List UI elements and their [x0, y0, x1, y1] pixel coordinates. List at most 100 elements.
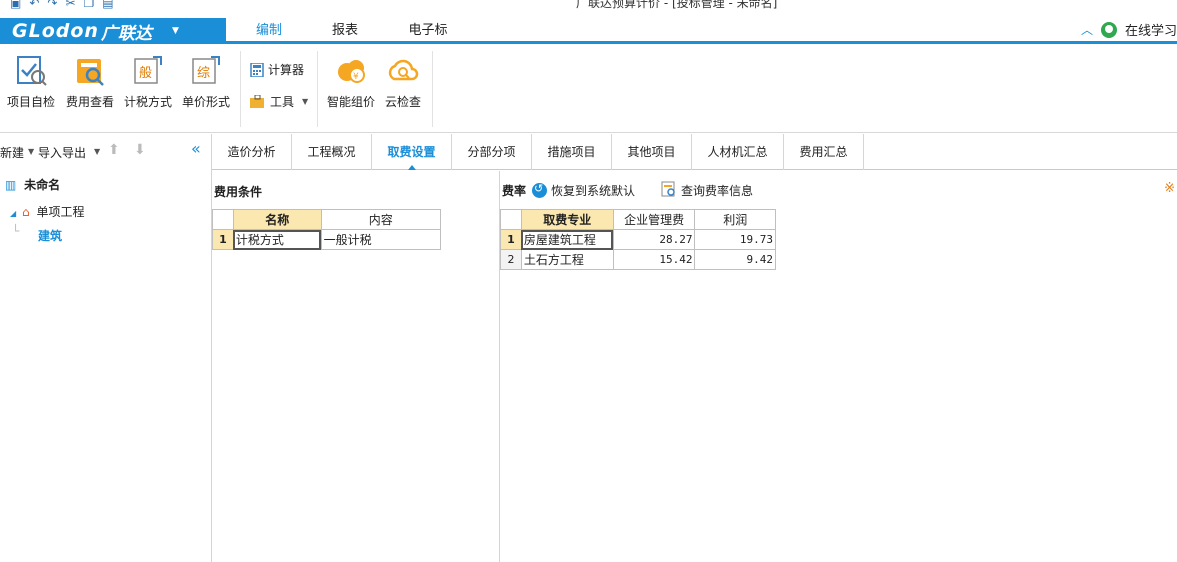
move-up-icon[interactable]: ⬆ — [108, 142, 120, 158]
app-menu-button[interactable]: GLodon 广联达 ▼ — [0, 18, 226, 44]
tools-label: 工具 — [270, 95, 295, 109]
table-row[interactable]: 1 计税方式 一般计税 — [212, 229, 442, 250]
unit-price-form-button[interactable]: 综 单价形式 — [178, 53, 234, 110]
tools-dropdown[interactable]: 工具 ▼ — [250, 93, 308, 110]
tab-measure-items[interactable]: 措施项目 — [532, 134, 612, 170]
import-export-button[interactable]: 导入导出 — [38, 144, 86, 161]
window-title: 广联达预算计价 - [投标管理 - 未命名] — [576, 0, 778, 10]
new-dropdown-icon[interactable]: ▼ — [28, 147, 34, 156]
move-down-icon[interactable]: ⬇ — [134, 142, 146, 158]
tab-project-overview[interactable]: 工程概况 — [292, 134, 372, 170]
cloud-check-button[interactable]: 云检查 — [376, 53, 430, 110]
save-icon[interactable]: ▣ — [10, 0, 21, 10]
expand-arrow-icon[interactable]: ◢ — [10, 209, 16, 218]
column-header-content: 内容 — [320, 209, 442, 230]
fee-condition-title: 费用条件 — [214, 185, 263, 199]
fee-rate-toolbar: 费率 恢复到系统默认 查询费率信息 — [502, 181, 753, 200]
logo-text: GLodon — [12, 20, 99, 42]
cloud-check-icon — [386, 53, 420, 87]
tab-labor-material-summary[interactable]: 人材机汇总 — [692, 134, 784, 170]
tree-connector: └ — [12, 224, 20, 238]
tree-node-unit[interactable]: 建筑 — [38, 227, 62, 244]
quick-access-toolbar: ▣ ↶ ↷ ✂ ❐ ▤ — [10, 0, 114, 10]
ribbon: 项目自检 费用查看 般 计税方式 综 单价形式 计算器 工具 ▼ ¥ 智能组价 — [0, 47, 1177, 133]
cloud-check-label: 云检查 — [384, 95, 421, 109]
fee-condition-table: 名称 内容 1 计税方式 一般计税 — [212, 209, 442, 250]
project-check-button[interactable]: 项目自检 — [3, 53, 59, 110]
menu-right: ︿ 在线学习 — [1081, 20, 1177, 39]
tax-method-button[interactable]: 般 计税方式 — [120, 53, 176, 110]
tab-cost-analysis[interactable]: 造价分析 — [212, 134, 292, 170]
smart-price-icon: ¥ — [334, 53, 368, 87]
calculator-label: 计算器 — [268, 63, 305, 77]
caret-down-icon: ▼ — [171, 26, 179, 36]
cell-major[interactable]: 土石方工程 — [520, 249, 614, 270]
online-learning-link[interactable]: 在线学习 — [1125, 20, 1177, 39]
project-tree-panel: 新建 ▼ 导入导出 ▼ ⬆ ⬇ « ▥ 未命名 ◢ ⌂ 单项工程 └ 建筑 — [0, 134, 212, 562]
smart-price-label: 智能组价 — [326, 95, 375, 109]
tab-fee-summary[interactable]: 费用汇总 — [784, 134, 864, 170]
tree-node-root[interactable]: ▥ 未命名 — [5, 176, 60, 193]
cell-major[interactable]: 房屋建筑工程 — [520, 229, 614, 250]
paste-icon[interactable]: ▤ — [102, 0, 113, 10]
redo-icon[interactable]: ↷ — [47, 0, 57, 10]
row-number-header — [500, 209, 522, 230]
svg-text:般: 般 — [139, 65, 152, 81]
cut-icon[interactable]: ✂ — [65, 0, 75, 10]
row-number-header — [212, 209, 234, 230]
column-header-profit: 利润 — [694, 209, 776, 230]
tree-toolbar: 新建 ▼ 导入导出 ▼ ⬆ ⬇ « — [0, 134, 211, 172]
smart-price-button[interactable]: ¥ 智能组价 — [322, 53, 380, 110]
ribbon-separator — [317, 51, 318, 127]
fee-condition-panel: 费用条件 名称 内容 1 计税方式 一般计税 — [212, 171, 500, 562]
tab-e-bid[interactable]: 电子标 — [386, 18, 470, 44]
copy-icon[interactable]: ❐ — [84, 0, 95, 10]
menu-bar: GLodon 广联达 ▼ 编制 报表 电子标 ︿ 在线学习 — [0, 18, 1177, 44]
unit-price-form-label: 单价形式 — [181, 95, 230, 109]
fee-view-icon — [73, 53, 107, 87]
column-header-major: 取费专业 — [520, 209, 614, 230]
fee-view-button[interactable]: 费用查看 — [62, 53, 118, 110]
cell-mgmt-fee[interactable]: 28.27 — [612, 229, 696, 250]
column-header-name: 名称 — [232, 209, 322, 230]
row-number: 2 — [500, 249, 522, 270]
tab-edit[interactable]: 编制 — [232, 18, 306, 44]
column-header-mgmt-fee: 企业管理费 — [612, 209, 696, 230]
cell-content[interactable]: 一般计税 — [320, 229, 442, 250]
import-export-dropdown-icon[interactable]: ▼ — [94, 147, 100, 156]
home-icon: ⌂ — [21, 205, 30, 219]
tools-icon — [250, 94, 264, 108]
tree-project-label: 单项工程 — [36, 205, 85, 219]
collapse-ribbon-icon[interactable]: ︿ — [1081, 21, 1093, 38]
table-row[interactable]: 2 土石方工程 15.42 9.42 — [500, 249, 776, 270]
chevron-down-icon: ▼ — [302, 97, 309, 106]
tab-fee-settings[interactable]: 取费设置 — [372, 134, 452, 170]
table-header-row: 名称 内容 — [212, 209, 442, 230]
cell-profit[interactable]: 19.73 — [694, 229, 776, 250]
table-row[interactable]: 1 房屋建筑工程 28.27 19.73 — [500, 229, 776, 250]
undo-icon[interactable]: ↶ — [29, 0, 39, 10]
cell-profit[interactable]: 9.42 — [694, 249, 776, 270]
fee-rate-title: 费率 — [502, 184, 527, 198]
building-icon: ▥ — [5, 178, 17, 192]
tab-report[interactable]: 报表 — [310, 18, 380, 44]
fee-rate-panel: 费率 恢复到系统默认 查询费率信息 ※ 取费专业 企业管理费 利润 1 房屋建筑… — [500, 171, 1177, 562]
query-rate-info-button[interactable]: 查询费率信息 — [681, 182, 753, 199]
new-button[interactable]: 新建 — [0, 144, 24, 161]
row-number: 1 — [212, 229, 234, 250]
reference-mark-icon[interactable]: ※ — [1164, 181, 1175, 196]
tree-node-project[interactable]: ◢ ⌂ 单项工程 — [10, 203, 84, 220]
content-tab-bar: 造价分析 工程概况 取费设置 分部分项 措施项目 其他项目 人材机汇总 费用汇总 — [212, 134, 1177, 170]
cell-mgmt-fee[interactable]: 15.42 — [612, 249, 696, 270]
tab-other-items[interactable]: 其他项目 — [612, 134, 692, 170]
calculator-button[interactable]: 计算器 — [250, 61, 304, 78]
table-header-row: 取费专业 企业管理费 利润 — [500, 209, 776, 230]
restore-default-button[interactable]: 恢复到系统默认 — [551, 182, 635, 199]
ribbon-separator — [432, 51, 433, 127]
cell-name[interactable]: 计税方式 — [232, 229, 322, 250]
tab-sub-items[interactable]: 分部分项 — [452, 134, 532, 170]
svg-text:¥: ¥ — [353, 72, 359, 82]
fee-view-label: 费用查看 — [65, 95, 114, 109]
row-number: 1 — [500, 229, 522, 250]
collapse-panel-icon[interactable]: « — [191, 139, 201, 158]
